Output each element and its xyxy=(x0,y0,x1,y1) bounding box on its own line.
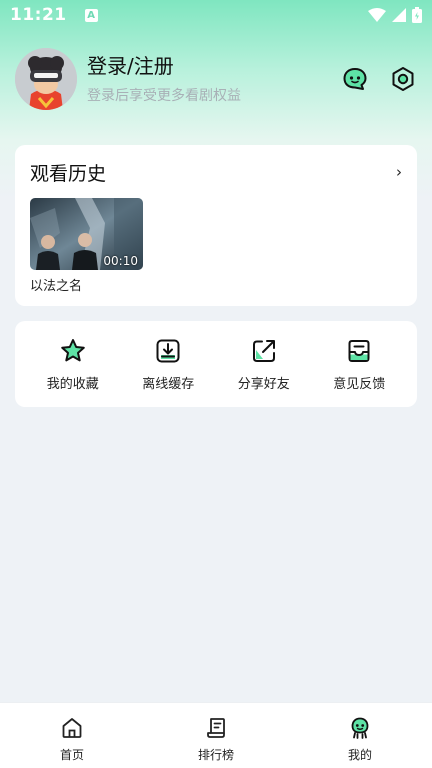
profile-header: 登录/注册 登录后享受更多看剧权益 xyxy=(15,47,417,111)
favorites-button[interactable]: 我的收藏 xyxy=(27,321,119,407)
share-icon xyxy=(252,340,275,362)
chevron-right-icon[interactable]: › xyxy=(396,163,402,181)
profile-page: 11:21 A 登录/注册 登录后享受更多看剧权益 观看历史 › 00:10 以… xyxy=(0,0,432,768)
wifi-icon xyxy=(368,8,386,22)
notification-badge-icon: A xyxy=(84,8,98,22)
login-title[interactable]: 登录/注册 xyxy=(87,53,241,79)
offline-cache-button[interactable]: 离线缓存 xyxy=(122,321,214,407)
nav-ranking-label: 排行榜 xyxy=(197,748,234,762)
profile-icon xyxy=(351,717,369,739)
avatar[interactable] xyxy=(15,48,77,110)
signal-icon xyxy=(392,8,406,22)
watch-history-card: 观看历史 › 00:10 以法之名 xyxy=(15,145,417,306)
battery-icon xyxy=(412,7,422,23)
message-icon[interactable] xyxy=(342,66,368,92)
header-icons xyxy=(342,66,416,92)
quick-actions-card: 我的收藏 离线缓存 分享好友 意见反馈 xyxy=(15,321,417,407)
offline-cache-label: 离线缓存 xyxy=(142,377,195,392)
history-title: 观看历史 xyxy=(30,162,107,185)
nav-home-label: 首页 xyxy=(59,748,84,762)
status-bar: 11:21 A xyxy=(0,0,432,30)
settings-icon[interactable] xyxy=(390,66,416,92)
feedback-button[interactable]: 意见反馈 xyxy=(313,321,405,407)
history-header[interactable]: 观看历史 › xyxy=(15,145,417,185)
favorites-label: 我的收藏 xyxy=(46,377,99,392)
home-icon xyxy=(62,718,82,738)
feedback-label: 意见反馈 xyxy=(333,377,386,392)
feedback-icon xyxy=(348,340,370,362)
progress-time: 00:10 xyxy=(103,254,138,268)
avatar-image xyxy=(15,48,77,110)
history-thumbnail[interactable]: 00:10 xyxy=(30,198,143,270)
download-icon xyxy=(156,339,180,363)
share-button[interactable]: 分享好友 xyxy=(218,321,310,407)
share-label: 分享好友 xyxy=(237,377,290,392)
star-icon xyxy=(60,339,85,362)
bottom-nav: 首页 排行榜 我的 xyxy=(0,702,432,768)
login-prompt[interactable]: 登录/注册 登录后享受更多看剧权益 xyxy=(87,53,241,105)
nav-ranking[interactable]: 排行榜 xyxy=(161,703,271,768)
status-icons xyxy=(368,7,422,23)
nav-home[interactable]: 首页 xyxy=(17,703,127,768)
login-subtitle: 登录后享受更多看剧权益 xyxy=(87,88,241,104)
history-item-title[interactable]: 以法之名 xyxy=(30,275,82,294)
ranking-icon xyxy=(207,718,225,738)
nav-mine[interactable]: 我的 xyxy=(305,703,415,768)
status-time: 11:21 xyxy=(10,5,67,25)
nav-mine-label: 我的 xyxy=(347,748,372,762)
